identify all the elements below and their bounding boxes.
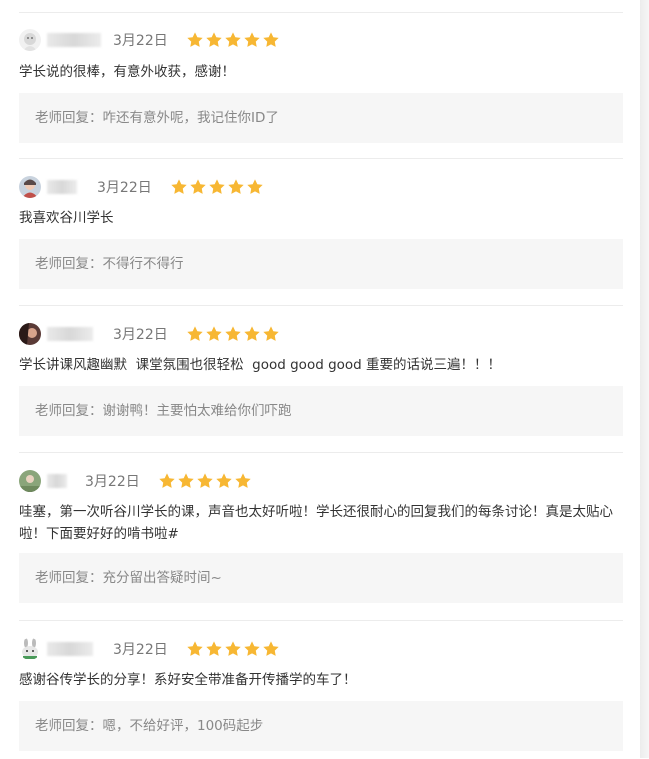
star-icon	[263, 326, 279, 341]
review-comment: 学长说的很棒，有意外收获，感谢！	[19, 64, 235, 80]
username-blurred	[47, 474, 67, 488]
review-comment: 哇塞，第一次听谷川学长的课，声音也太好听啦！学长还很耐心的回复我们的每条讨论！真…	[19, 504, 613, 542]
star-icon	[187, 32, 203, 47]
review-comment: 学长讲课风趣幽默 课堂氛围也很轻松 good good good 重要的话说三遍…	[19, 357, 502, 373]
username-blurred	[47, 327, 93, 341]
teacher-reply: 老师回复：充分留出答疑时间~	[19, 553, 623, 603]
star-icon	[263, 32, 279, 47]
rating-stars	[186, 325, 280, 343]
rating-stars	[186, 31, 280, 49]
review-item: 3月22日 感谢谷传学长的分享！系好安全带准备开传播学的车了！ 老师回复：嗯，不…	[19, 620, 623, 759]
star-icon	[206, 326, 222, 341]
star-icon	[244, 641, 260, 656]
photo-avatar-icon[interactable]	[19, 176, 41, 198]
review-date: 3月22日	[113, 327, 168, 343]
review-item: 3月22日 哇塞，第一次听谷川学长的课，声音也太好听啦！学长还很耐心的回复我们的…	[19, 452, 623, 621]
rating-stars	[186, 640, 280, 658]
star-icon	[225, 32, 241, 47]
star-icon	[206, 641, 222, 656]
rating-stars	[158, 472, 252, 490]
star-icon	[263, 641, 279, 656]
review-date: 3月22日	[113, 642, 168, 658]
star-icon	[235, 473, 251, 488]
star-icon	[187, 641, 203, 656]
username-blurred	[47, 33, 101, 47]
username-blurred	[47, 642, 93, 656]
star-icon	[228, 179, 244, 194]
review-header: 3月22日	[19, 322, 280, 346]
review-header: 3月22日	[19, 637, 280, 661]
teacher-reply: 老师回复：谢谢鸭！主要怕太难给你们吓跑	[19, 386, 623, 436]
review-comment: 我喜欢谷川学长	[19, 210, 114, 226]
star-icon	[190, 179, 206, 194]
teacher-reply: 老师回复：不得行不得行	[19, 239, 623, 289]
dark-photo-avatar-icon[interactable]	[19, 323, 41, 345]
review-item: 3月22日 学长说的很棒，有意外收获，感谢！ 老师回复：咋还有意外呢，我记住你I…	[19, 12, 623, 159]
star-icon	[225, 641, 241, 656]
rating-stars	[170, 178, 264, 196]
review-date: 3月22日	[97, 180, 152, 196]
review-date: 3月22日	[113, 33, 168, 49]
green-photo-avatar-icon[interactable]	[19, 470, 41, 492]
username-blurred	[47, 180, 77, 194]
review-item: 3月22日 我喜欢谷川学长 老师回复：不得行不得行	[19, 158, 623, 306]
star-icon	[178, 473, 194, 488]
star-icon	[159, 473, 175, 488]
star-icon	[209, 179, 225, 194]
star-icon	[247, 179, 263, 194]
star-icon	[244, 326, 260, 341]
star-icon	[197, 473, 213, 488]
star-icon	[206, 32, 222, 47]
star-icon	[225, 326, 241, 341]
review-item: 3月22日 学长讲课风趣幽默 课堂氛围也很轻松 good good good 重…	[19, 305, 623, 453]
review-header: 3月22日	[19, 175, 264, 199]
review-header: 3月22日	[19, 469, 252, 493]
star-icon	[187, 326, 203, 341]
star-icon	[171, 179, 187, 194]
scrollbar-track[interactable]	[640, 0, 649, 758]
rabbit-avatar-icon[interactable]	[19, 638, 41, 660]
star-icon	[216, 473, 232, 488]
teacher-reply: 老师回复：咋还有意外呢，我记住你ID了	[19, 93, 623, 143]
star-icon	[244, 32, 260, 47]
gray-sticker-avatar-icon[interactable]	[19, 29, 41, 51]
review-comment: 感谢谷传学长的分享！系好安全带准备开传播学的车了！	[19, 672, 357, 688]
teacher-reply: 老师回复：嗯，不给好评，100码起步	[19, 701, 623, 751]
review-date: 3月22日	[85, 474, 140, 490]
review-header: 3月22日	[19, 28, 280, 52]
